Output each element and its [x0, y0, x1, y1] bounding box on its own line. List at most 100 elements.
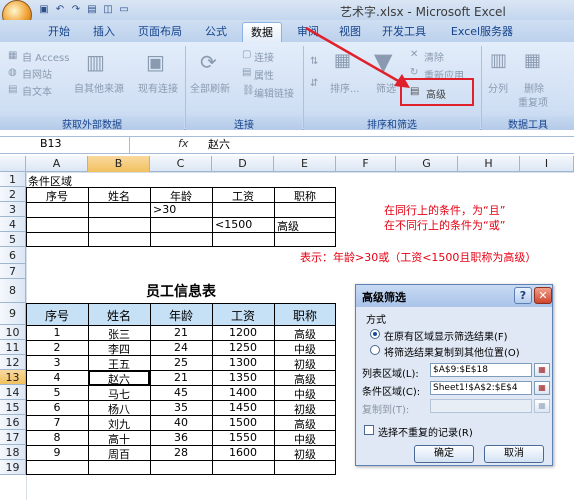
redo-icon[interactable]: ↷ [70, 4, 82, 16]
from-web-button[interactable]: 自网站 [22, 66, 52, 81]
table-cell[interactable]: 杨八 [88, 401, 150, 417]
tab-view[interactable]: 视图 [332, 22, 368, 42]
row-header[interactable]: 8 [0, 279, 26, 303]
criteria-salary[interactable]: <1500 [215, 218, 252, 231]
row-header[interactable]: 6 [0, 247, 26, 264]
list-range-input[interactable]: $A$9:$E$18 [430, 363, 532, 377]
row-header[interactable]: 3 [0, 202, 26, 217]
table-header[interactable]: 年龄 [150, 307, 212, 324]
clear-button[interactable]: 清除 [424, 49, 444, 64]
table-cell[interactable]: 初级 [274, 356, 336, 372]
table-cell[interactable]: 1300 [212, 356, 274, 369]
row-header[interactable]: 7 [0, 264, 26, 279]
unique-records-label[interactable]: 选择不重复的记录(R) [378, 424, 473, 439]
table-cell[interactable]: 中级 [274, 431, 336, 447]
table-cell[interactable]: 1250 [212, 341, 274, 354]
table-cell[interactable]: 高级 [274, 326, 336, 342]
cancel-button[interactable]: 取消 [484, 445, 544, 463]
table-cell[interactable]: 8 [26, 431, 88, 444]
tab-data[interactable]: 数据 [242, 22, 282, 42]
table-cell[interactable]: 1500 [212, 416, 274, 429]
collapse-dialog-icon[interactable]: ▦ [534, 363, 550, 377]
print-icon[interactable]: ▤ [86, 4, 98, 16]
row-header[interactable]: 10 [0, 325, 26, 340]
row-header[interactable]: 14 [0, 385, 26, 400]
table-title[interactable]: 员工信息表 [88, 281, 274, 301]
radio-in-place[interactable] [370, 329, 380, 339]
unique-records-checkbox[interactable] [364, 425, 374, 435]
tab-review[interactable]: 审阅 [290, 22, 326, 42]
criteria-header[interactable]: 序号 [26, 188, 88, 204]
remove-duplicates-button[interactable]: 删除 [524, 80, 544, 95]
row-header[interactable]: 9 [0, 303, 26, 325]
name-box[interactable]: B13 [0, 136, 130, 154]
filter-button[interactable]: 筛选 [376, 80, 396, 95]
open-icon[interactable]: ▭ [118, 4, 130, 16]
tab-insert[interactable]: 插入 [84, 22, 124, 42]
criteria-header[interactable]: 工资 [212, 188, 274, 204]
properties-button[interactable]: 属性 [254, 67, 274, 82]
table-cell[interactable]: 21 [150, 326, 212, 339]
table-cell[interactable]: 1200 [212, 326, 274, 339]
row-header[interactable]: 1 [0, 172, 26, 187]
existing-connections-button[interactable]: 现有连接 [138, 80, 178, 95]
row-header[interactable]: 17 [0, 430, 26, 445]
select-all-corner[interactable] [0, 156, 26, 172]
sort-button[interactable]: 排序... [330, 80, 360, 95]
help-button[interactable]: ? [514, 287, 532, 304]
table-header[interactable]: 职称 [274, 307, 336, 324]
from-text-button[interactable]: 自文本 [22, 83, 52, 98]
text-to-columns-button[interactable]: 分列 [488, 80, 508, 95]
radio-copy-to-label[interactable]: 将筛选结果复制到其他位置(O) [384, 344, 520, 359]
row-header[interactable]: 18 [0, 445, 26, 460]
column-header[interactable]: D [212, 156, 274, 172]
table-cell[interactable]: 周百 [88, 446, 150, 462]
criteria-age[interactable]: >30 [153, 203, 176, 216]
connections-button[interactable]: 连接 [254, 49, 274, 64]
row-header[interactable]: 19 [0, 460, 26, 475]
column-header[interactable]: E [274, 156, 336, 172]
row-header[interactable]: 16 [0, 415, 26, 430]
tab-developer[interactable]: 开发工具 [376, 22, 432, 42]
edit-links-button[interactable]: 编辑链接 [254, 85, 294, 100]
close-button[interactable]: ✕ [534, 287, 552, 304]
preview-icon[interactable]: ◫ [102, 4, 114, 16]
collapse-dialog-icon[interactable]: ▦ [534, 381, 550, 395]
table-cell[interactable]: 马七 [88, 386, 150, 402]
criteria-header[interactable]: 姓名 [88, 188, 150, 204]
save-icon[interactable]: ▣ [38, 4, 50, 16]
table-cell[interactable]: 1350 [212, 371, 274, 384]
table-cell[interactable]: 高十 [88, 431, 150, 447]
table-cell[interactable]: 7 [26, 416, 88, 429]
row-header[interactable]: 15 [0, 400, 26, 415]
criteria-range-input[interactable]: Sheet1!$A$2:$E$4 [430, 381, 532, 395]
refresh-all-button[interactable]: 全部刷新 [190, 80, 230, 95]
undo-icon[interactable]: ↶ [54, 4, 66, 16]
table-header[interactable]: 工资 [212, 307, 274, 324]
column-header[interactable]: C [150, 156, 212, 172]
formula-input[interactable]: 赵六 [208, 136, 230, 153]
table-cell[interactable]: 刘九 [88, 416, 150, 432]
table-cell[interactable]: 张三 [88, 326, 150, 342]
table-cell[interactable]: 1450 [212, 401, 274, 414]
table-cell[interactable]: 李四 [88, 341, 150, 357]
table-cell[interactable]: 高级 [274, 416, 336, 432]
table-cell[interactable]: 35 [150, 401, 212, 414]
row-header[interactable]: 11 [0, 340, 26, 355]
table-cell[interactable]: 1400 [212, 386, 274, 399]
table-cell[interactable]: 高级 [274, 371, 336, 387]
table-cell[interactable]: 4 [26, 371, 88, 384]
radio-in-place-label[interactable]: 在原有区域显示筛选结果(F) [384, 328, 508, 343]
table-cell[interactable]: 1550 [212, 431, 274, 444]
table-cell[interactable]: 1600 [212, 446, 274, 459]
tab-home[interactable]: 开始 [38, 22, 80, 42]
tab-page-layout[interactable]: 页面布局 [130, 22, 190, 42]
tab-formulas[interactable]: 公式 [196, 22, 236, 42]
other-sources-button[interactable]: 自其他来源 [74, 80, 124, 95]
from-access-button[interactable]: 自 Access [22, 49, 69, 64]
criteria-title[interactable]: 高级 [277, 218, 299, 234]
table-cell[interactable]: 5 [26, 386, 88, 399]
table-header[interactable]: 姓名 [88, 307, 150, 324]
table-cell[interactable]: 赵六 [88, 371, 150, 387]
table-header[interactable]: 序号 [26, 307, 88, 324]
